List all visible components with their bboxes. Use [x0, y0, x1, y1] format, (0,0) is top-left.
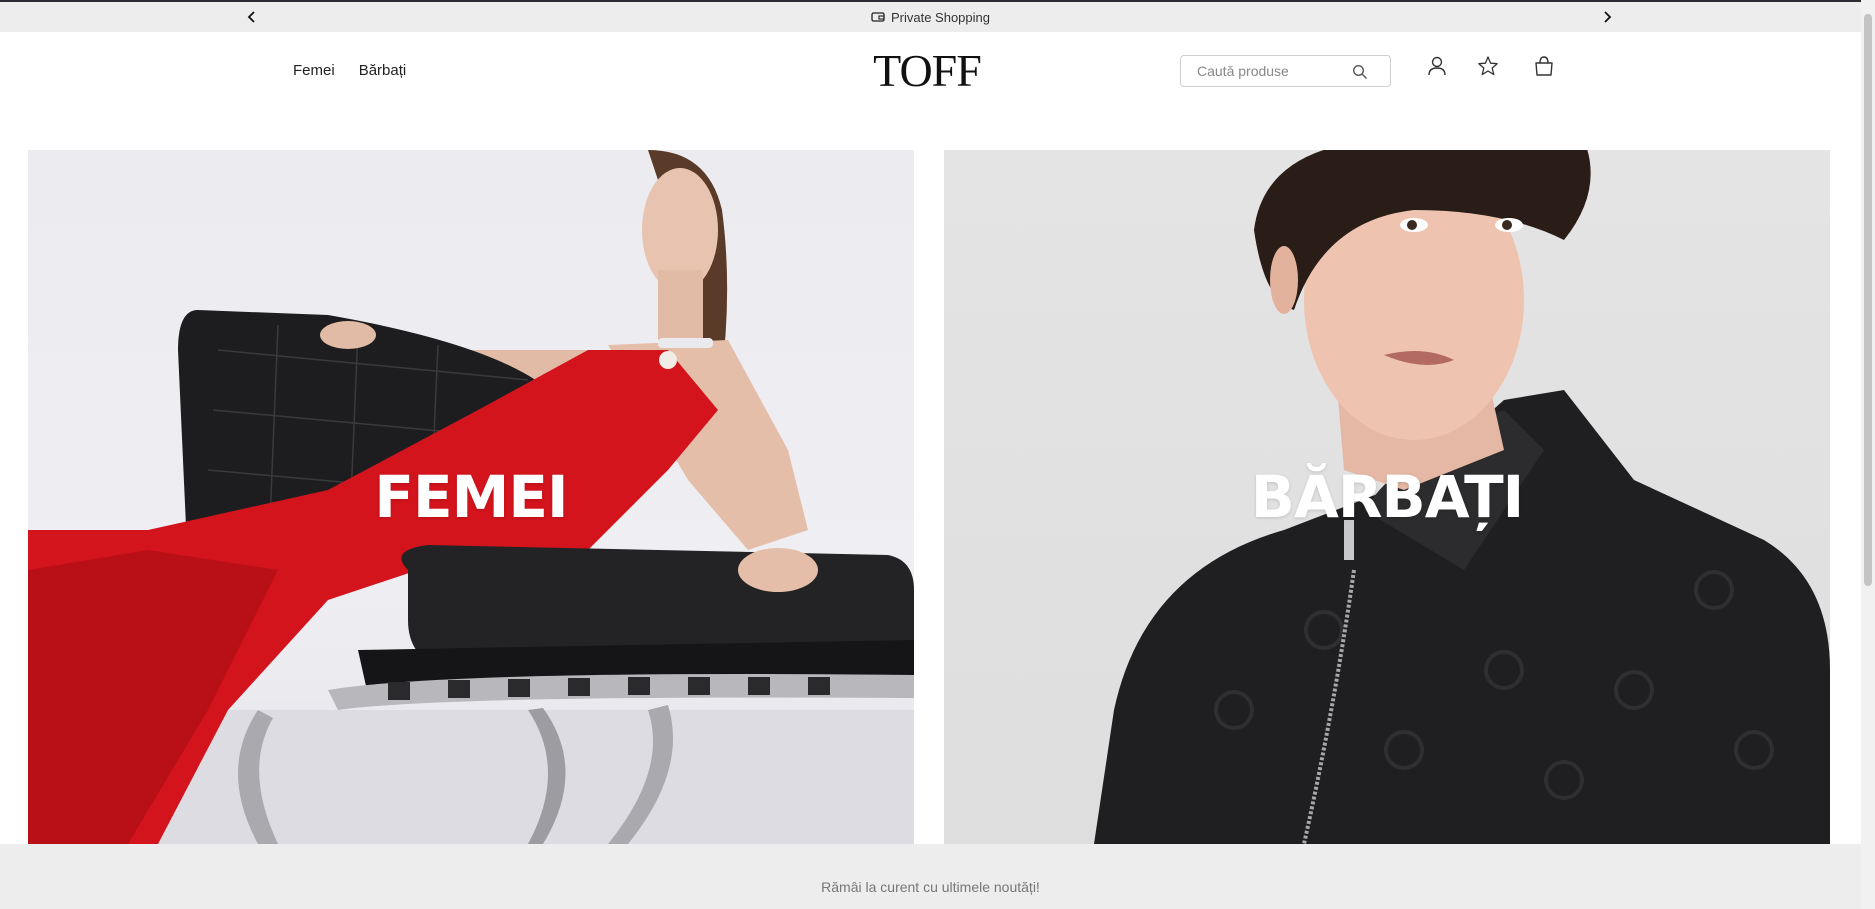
search-box — [1180, 55, 1391, 87]
wallet-icon — [871, 12, 885, 22]
site-header: Femei Bărbați TOFF — [0, 32, 1861, 140]
hero-women-label: FEMEI — [374, 463, 568, 531]
announcement-message[interactable]: Private Shopping — [0, 2, 1861, 32]
announcement-text: Private Shopping — [890, 9, 990, 25]
newsletter-text: Rămâi la curent cu ultimele noutăți! — [821, 879, 1040, 895]
page-scrollbar[interactable] — [1861, 0, 1875, 909]
hero-men-label: BĂRBAȚI — [1250, 463, 1525, 531]
star-icon — [1478, 56, 1498, 76]
main-nav: Femei Bărbați — [293, 62, 406, 79]
announcement-bar: Private Shopping — [0, 2, 1861, 32]
bag-icon — [1535, 56, 1553, 76]
account-icon — [1428, 56, 1446, 76]
account-button[interactable] — [1425, 54, 1449, 78]
nav-item-femei[interactable]: Femei — [293, 62, 335, 79]
nav-item-barbati[interactable]: Bărbați — [359, 62, 407, 79]
search-icon[interactable] — [1352, 64, 1368, 80]
cart-button[interactable] — [1532, 54, 1556, 78]
wishlist-button[interactable] — [1476, 54, 1500, 78]
chevron-right-icon — [1604, 11, 1612, 23]
hero-men[interactable]: BĂRBAȚI — [944, 150, 1830, 844]
scrollbar-thumb[interactable] — [1864, 14, 1872, 586]
search-input[interactable] — [1197, 63, 1357, 79]
hero-women[interactable]: FEMEI — [28, 150, 914, 844]
newsletter-section: Rămâi la curent cu ultimele noutăți! — [0, 844, 1861, 909]
announcement-next-button[interactable] — [1592, 2, 1622, 32]
site-logo[interactable]: TOFF — [872, 48, 982, 94]
